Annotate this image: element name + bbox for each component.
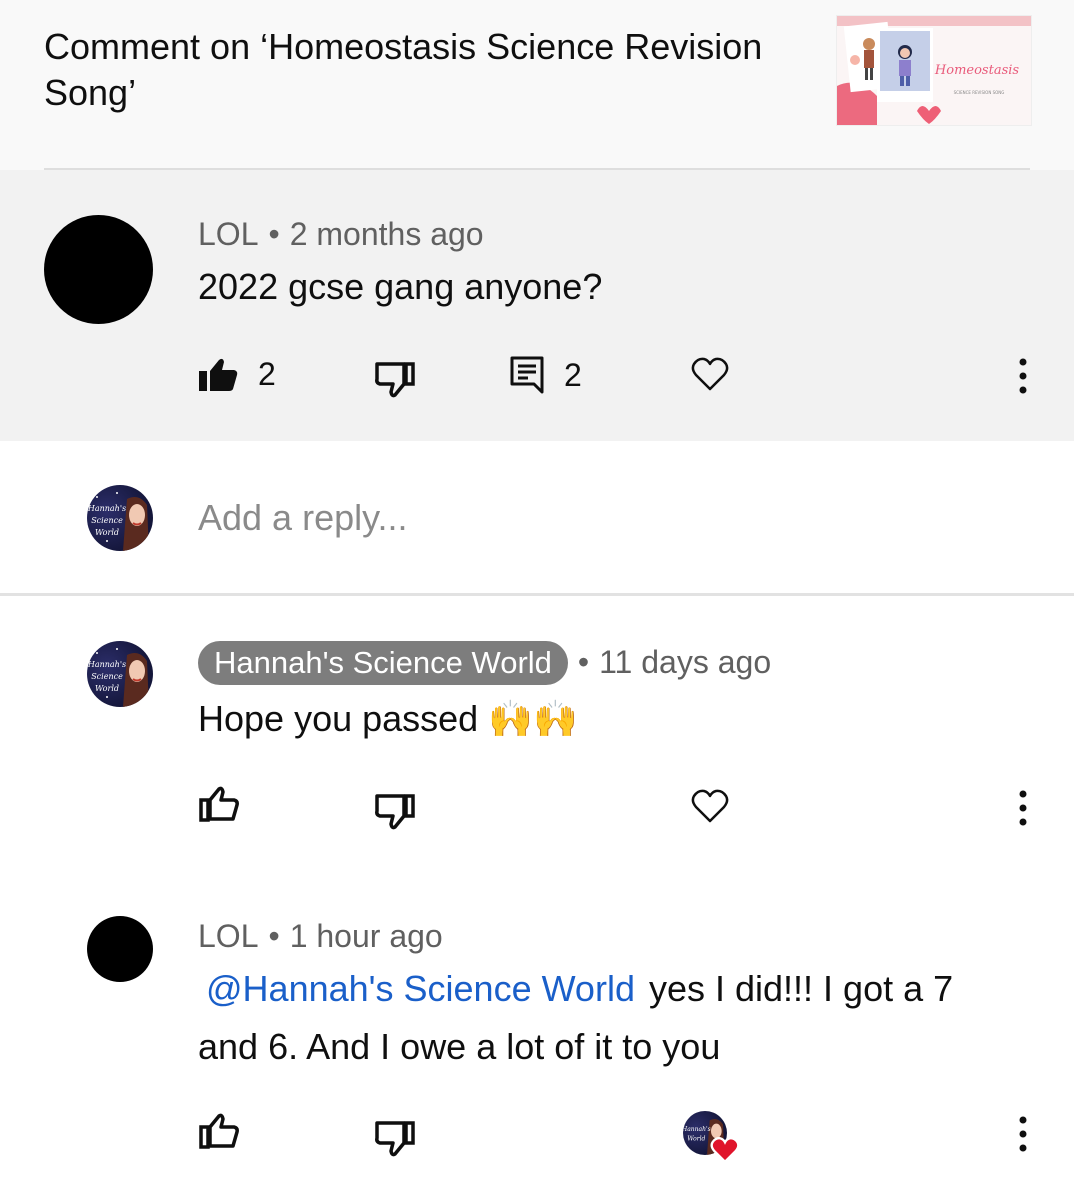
thumbnail-subtitle: SCIENCE REVISION SONG [954,90,1005,95]
creator-author-chip[interactable]: Hannah's Science World [198,641,568,685]
channel-avatar-art: Hannah's Science World [87,648,149,707]
reply-text: Hope you passed 🙌🙌 [198,690,578,749]
channel-avatar-art: Hannah's Science World [87,492,149,551]
comment-meta: LOL • 2 months ago [198,216,484,253]
heart-button[interactable] [691,788,729,824]
thumb-down-icon [374,1119,416,1157]
meta-separator: • [577,644,590,680]
dislike-button[interactable] [374,1119,416,1157]
heart-button[interactable] [691,356,729,392]
header: Comment on ‘Homeostasis Science Revision… [0,0,1074,170]
comment-time: 2 months ago [289,216,484,252]
reply-time: 1 hour ago [289,918,443,954]
thumb-down-icon [374,792,416,830]
like-button[interactable]: 2 [198,356,276,393]
comment-author[interactable]: LOL [198,216,258,252]
reply-meta: Hannah's Science World • 11 days ago [198,641,771,685]
more-options-button[interactable] [1018,358,1028,394]
svg-text:Hannah's: Hannah's [87,504,126,513]
avatar[interactable] [44,215,153,324]
reply-text: @Hannah's Science World yes I did!!! I go… [198,960,1018,1076]
highlighted-comment: LOL • 2 months ago 2022 gcse gang anyone? … [0,170,1074,441]
svg-text:Science: Science [91,672,123,681]
raised-hands-emoji: 🙌🙌 [488,699,578,740]
svg-text:Hannah's: Hannah's [683,1126,711,1133]
comment-icon [510,356,544,394]
reply-author[interactable]: LOL [198,918,258,954]
svg-text:Hannah's: Hannah's [87,660,126,669]
creator-heart-icon [710,1136,740,1169]
svg-text:World: World [95,684,119,693]
dislike-button[interactable] [374,792,416,830]
reply-text-content: Hope you passed [198,698,479,739]
mention-link[interactable]: @Hannah's Science World [198,968,649,1009]
reply-count-button[interactable]: 2 [510,356,582,394]
avatar[interactable] [87,916,153,982]
more-options-button[interactable] [1018,1116,1028,1152]
dislike-button[interactable] [374,360,416,398]
svg-text:Science: Science [91,516,123,525]
meta-separator: • [268,216,280,252]
thumbnail-title: Homeostasis [934,63,1019,78]
heart-outline-icon [691,356,729,392]
avatar[interactable]: Hannah's Science World [87,641,153,707]
thumbnail-illustration: Homeostasis SCIENCE REVISION SONG [837,16,1031,125]
current-user-avatar: Hannah's Science World [87,485,153,551]
reply-input[interactable] [198,497,898,539]
thumb-down-icon [374,360,416,398]
reply-time: 11 days ago [599,644,772,680]
thumb-up-icon [198,786,240,824]
thumb-up-icon [198,1113,240,1151]
thumb-up-filled-icon [198,357,238,393]
video-thumbnail[interactable]: Homeostasis SCIENCE REVISION SONG [836,15,1032,126]
svg-text:World: World [687,1135,705,1142]
meta-separator: • [268,918,280,954]
like-button[interactable] [198,1113,240,1151]
reply-count: 2 [564,356,582,393]
comment-thread-page: Comment on ‘Homeostasis Science Revision… [0,0,1074,1200]
reply-meta: LOL • 1 hour ago [198,918,443,955]
heart-outline-icon [691,788,729,824]
svg-text:World: World [95,528,119,537]
comment-text: 2022 gcse gang anyone? [198,266,603,307]
reply-divider [0,593,1074,596]
like-button[interactable] [198,786,240,824]
more-options-button[interactable] [1018,790,1028,826]
more-vert-icon [1018,790,1028,826]
more-vert-icon [1018,358,1028,394]
like-count: 2 [258,356,276,392]
more-vert-icon [1018,1116,1028,1152]
page-title: Comment on ‘Homeostasis Science Revision… [44,26,763,113]
